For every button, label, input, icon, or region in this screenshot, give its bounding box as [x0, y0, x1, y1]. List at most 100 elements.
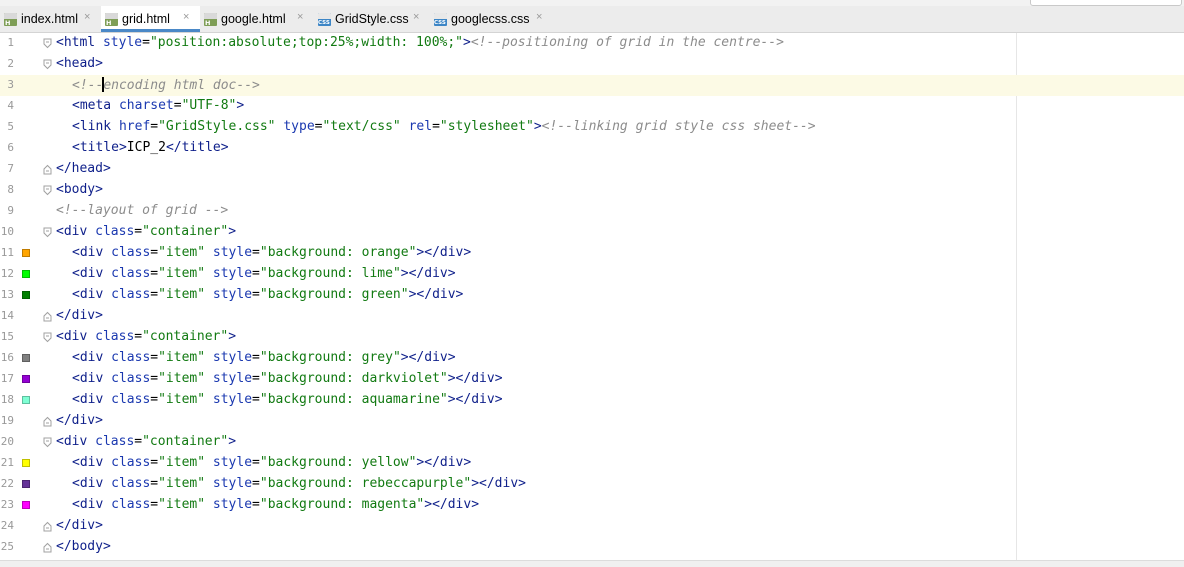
- tag-token: </head>: [56, 161, 111, 176]
- code-text: <div class="item" style="background: gre…: [56, 287, 463, 302]
- line-number: 7: [7, 162, 14, 175]
- tag-token: <div: [72, 371, 112, 386]
- code-text: <div class="item" style="background: yel…: [56, 455, 471, 470]
- close-icon[interactable]: ×: [297, 11, 303, 23]
- attribute-token: style: [212, 476, 253, 491]
- tag-token: ></div>: [416, 455, 472, 470]
- fold-open-icon[interactable]: [43, 437, 52, 448]
- attribute-token: href: [118, 119, 151, 134]
- plain-token: =: [252, 497, 260, 512]
- fold-open-icon[interactable]: [43, 59, 52, 70]
- code-line[interactable]: 1 <html style="position:absolute;top:25%;…: [0, 33, 1184, 54]
- line-number: 9: [7, 204, 14, 217]
- code-editor[interactable]: 1 <html style="position:absolute;top:25%;…: [0, 33, 1184, 560]
- tab-index-html[interactable]: Hindex.html ×: [0, 6, 101, 32]
- code-line[interactable]: 24 </div>: [0, 516, 1184, 537]
- fold-open-icon[interactable]: [43, 227, 52, 238]
- line-number: 16: [0, 351, 14, 364]
- value-token: "background:: [259, 371, 362, 386]
- fold-open-icon[interactable]: [43, 38, 52, 49]
- tab-google-html[interactable]: Hgoogle.html ×: [200, 6, 314, 32]
- tab-googlecss-css[interactable]: CSS googlecss.css ×: [430, 6, 552, 32]
- line-number: 4: [7, 99, 14, 112]
- code-line[interactable]: 25 </body>: [0, 537, 1184, 558]
- color-swatch-icon[interactable]: [22, 291, 30, 299]
- close-icon[interactable]: ×: [84, 11, 90, 23]
- color-swatch-icon[interactable]: [22, 459, 30, 467]
- value-token: "item": [158, 455, 206, 470]
- plain-token: =: [173, 98, 182, 113]
- code-line[interactable]: 20 <div class="container">: [0, 432, 1184, 453]
- line-number: 15: [0, 330, 14, 343]
- plain-token: =: [150, 371, 159, 386]
- file-icon-letter: H: [205, 19, 211, 26]
- color-swatch-icon[interactable]: [22, 354, 30, 362]
- close-icon[interactable]: ×: [183, 11, 189, 23]
- close-icon[interactable]: ×: [413, 11, 419, 23]
- line-number: 18: [0, 393, 14, 406]
- code-line[interactable]: 23 <div class="item" style="background: m…: [0, 495, 1184, 516]
- code-line[interactable]: 7 </head>: [0, 159, 1184, 180]
- attribute-token: class: [111, 371, 151, 386]
- code-line[interactable]: 10 <div class="container">: [0, 222, 1184, 243]
- fold-open-icon[interactable]: [43, 332, 52, 343]
- tag-token: <div: [72, 287, 112, 302]
- attribute-token: class: [111, 287, 151, 302]
- fold-close-icon[interactable]: [43, 542, 52, 553]
- code-line[interactable]: 14 </div>: [0, 306, 1184, 327]
- value-token: "position:absolute;top:25%;width: 100%;": [149, 35, 464, 50]
- tab-gridstyle-css[interactable]: CSS GridStyle.css ×: [314, 6, 430, 32]
- close-icon[interactable]: ×: [536, 11, 542, 23]
- tag-token: <div: [56, 224, 96, 239]
- code-line[interactable]: 13 <div class="item" style="background: g…: [0, 285, 1184, 306]
- fold-close-icon[interactable]: [43, 521, 52, 532]
- code-line[interactable]: 4 <meta charset="UTF-8">: [0, 96, 1184, 117]
- attribute-token: style: [212, 350, 253, 365]
- tag-token: <link: [72, 119, 119, 134]
- code-line[interactable]: 2 <head>: [0, 54, 1184, 75]
- color-swatch-icon[interactable]: [22, 270, 30, 278]
- attribute-token: class: [111, 392, 151, 407]
- line-number: 2: [7, 57, 14, 70]
- attribute-token: class: [95, 434, 135, 449]
- color-swatch-icon[interactable]: [22, 501, 30, 509]
- color-swatch-icon[interactable]: [22, 249, 30, 257]
- code-line[interactable]: 12 <div class="item" style="background: l…: [0, 264, 1184, 285]
- horizontal-scrollbar[interactable]: [0, 560, 1184, 567]
- plain-token: =: [252, 287, 260, 302]
- fold-close-icon[interactable]: [43, 164, 52, 175]
- code-text: <div class="item" style="background: mag…: [56, 497, 479, 512]
- code-line[interactable]: 15 <div class="container">: [0, 327, 1184, 348]
- code-line[interactable]: 3 <!--encoding html doc-->: [0, 75, 1184, 96]
- code-line[interactable]: 21 <div class="item" style="background: y…: [0, 453, 1184, 474]
- color-swatch-icon[interactable]: [22, 480, 30, 488]
- value-token: "background:: [259, 350, 362, 365]
- code-line[interactable]: 19 </div>: [0, 411, 1184, 432]
- plain-token: =: [134, 434, 143, 449]
- code-line[interactable]: 22 <div class="item" style="background: r…: [0, 474, 1184, 495]
- css-file-icon: CSS: [434, 13, 447, 26]
- value-token: "stylesheet": [439, 119, 534, 134]
- code-line[interactable]: 5 <link href="GridStyle.css" type="text/c…: [0, 117, 1184, 138]
- value-token: "item": [158, 392, 206, 407]
- fold-close-icon[interactable]: [43, 311, 52, 322]
- code-line[interactable]: 17 <div class="item" style="background: d…: [0, 369, 1184, 390]
- code-line[interactable]: 6 <title>ICP_2</title>: [0, 138, 1184, 159]
- code-line[interactable]: 11 <div class="item" style="background: o…: [0, 243, 1184, 264]
- tab-grid-html[interactable]: Hgrid.html ×: [101, 6, 200, 32]
- code-text: </head>: [56, 161, 111, 176]
- plain-token: =: [150, 119, 159, 134]
- code-line[interactable]: 18 <div class="item" style="background: a…: [0, 390, 1184, 411]
- color-swatch-icon[interactable]: [22, 396, 30, 404]
- code-line[interactable]: 8 <body>: [0, 180, 1184, 201]
- color-swatch-icon[interactable]: [22, 375, 30, 383]
- code-line[interactable]: 9 <!--layout of grid -->: [0, 201, 1184, 222]
- attribute-token: class: [111, 350, 151, 365]
- fold-close-icon[interactable]: [43, 416, 52, 427]
- fold-open-icon[interactable]: [43, 185, 52, 196]
- line-number: 23: [0, 498, 14, 511]
- plain-token: =: [150, 392, 159, 407]
- plain-token: ICP_2: [126, 140, 166, 155]
- code-line[interactable]: 16 <div class="item" style="background: g…: [0, 348, 1184, 369]
- html-file-icon: H: [204, 13, 217, 26]
